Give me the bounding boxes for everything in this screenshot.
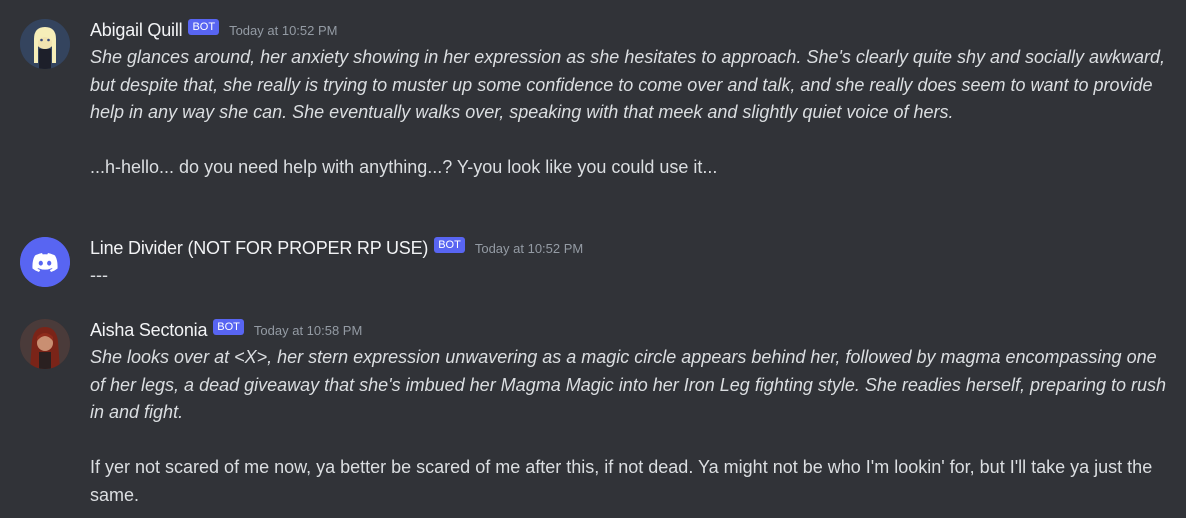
- bot-badge: BOT: [188, 19, 220, 35]
- user-avatar[interactable]: [20, 19, 70, 69]
- message-text: ---: [90, 265, 108, 285]
- message-action-text: She looks over at <X>, her stern express…: [90, 347, 1167, 422]
- bot-badge: BOT: [213, 319, 244, 335]
- message-timestamp[interactable]: Today at 10:58 PM: [254, 323, 362, 338]
- message-timestamp[interactable]: Today at 10:52 PM: [229, 23, 337, 38]
- user-avatar[interactable]: [20, 319, 70, 369]
- chat-messages: Abigail Quill BOT Today at 10:52 PM She …: [0, 0, 1186, 518]
- message-action-text: She glances around, her anxiety showing …: [90, 47, 1166, 122]
- username[interactable]: Abigail Quill: [90, 20, 183, 41]
- message-timestamp[interactable]: Today at 10:52 PM: [475, 241, 583, 256]
- message-speech-text: ...h-hello... do you need help with anyt…: [90, 157, 718, 177]
- discord-logo-icon: [20, 237, 70, 287]
- username[interactable]: Aisha Sectonia: [90, 320, 207, 341]
- anime-character-avatar: [20, 19, 70, 69]
- username[interactable]: Line Divider (NOT FOR PROPER RP USE): [90, 238, 428, 259]
- red-haired-character-avatar: [20, 319, 70, 369]
- bot-badge: BOT: [434, 237, 465, 253]
- message-speech-text: If yer not scared of me now, ya better b…: [90, 457, 1153, 505]
- user-avatar[interactable]: [20, 237, 70, 287]
